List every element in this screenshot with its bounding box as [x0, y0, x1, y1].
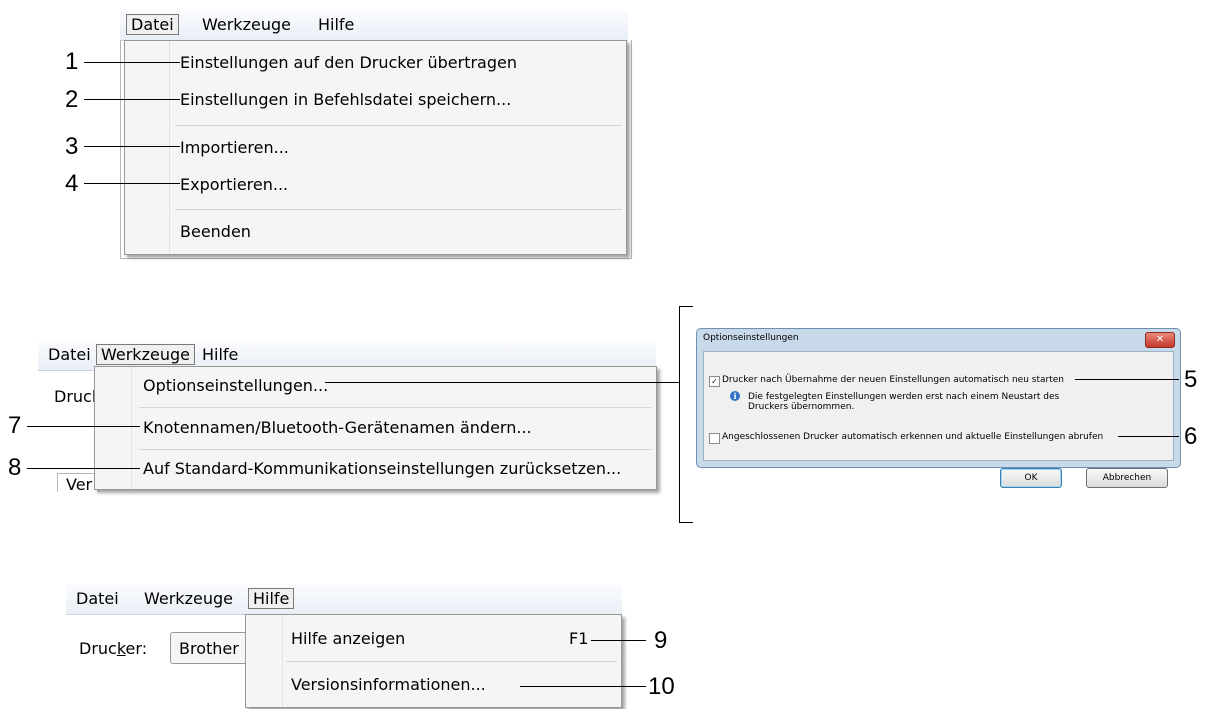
menu-file[interactable]: Datei [44, 345, 95, 364]
callout-line-option-settings [325, 382, 679, 383]
tools-dropdown: Optionseinstellungen... Knotennamen/Blue… [94, 366, 657, 490]
menu-item-reset-comm[interactable]: Auf Standard-Kommunikationseinstellungen… [143, 459, 621, 478]
printer-label-accesskey: k [116, 639, 126, 658]
background-version-label: Ver [66, 475, 93, 494]
callout-line-3 [84, 146, 180, 147]
cancel-button[interactable]: Abbrechen [1086, 468, 1168, 488]
info-text-line2: Druckers übernommen. [748, 402, 855, 412]
checkbox-checked-icon[interactable]: ✓ [709, 376, 720, 387]
menu-item-save-command-file[interactable]: Einstellungen in Befehlsdatei speichern.… [180, 90, 511, 109]
bracket-top [679, 306, 693, 307]
callout-line-5 [1075, 379, 1179, 380]
menu-separator [175, 125, 622, 126]
menu-tools[interactable]: Werkzeuge [198, 15, 295, 34]
menu-tools[interactable]: Werkzeuge [96, 344, 195, 365]
menu-file[interactable]: Datei [126, 14, 179, 35]
menu-help[interactable]: Hilfe [198, 345, 242, 364]
callout-6: 6 [1184, 423, 1198, 450]
callout-3: 3 [65, 133, 79, 160]
menu-gutter [125, 41, 170, 254]
close-icon[interactable]: ✕ [1145, 332, 1175, 348]
info-text-line1: Die festgelegten Einstellungen werden er… [748, 392, 1060, 402]
restart-checkbox-label[interactable]: Drucker nach Übernahme der neuen Einstel… [722, 375, 1064, 385]
callout-line-7 [27, 426, 140, 427]
menu-item-show-help[interactable]: Hilfe anzeigen [291, 629, 405, 648]
printer-select-value: Brother [179, 639, 239, 658]
bracket-vertical [679, 306, 680, 522]
callout-7: 7 [8, 412, 22, 439]
callout-line-6 [1118, 436, 1179, 437]
info-icon: i [730, 391, 740, 401]
menu-separator [139, 407, 652, 408]
menu-file[interactable]: Datei [72, 589, 123, 608]
menu-tools[interactable]: Werkzeuge [140, 589, 237, 608]
menu-item-version-info[interactable]: Versionsinformationen... [291, 675, 486, 694]
ok-button[interactable]: OK [1000, 468, 1062, 488]
menubar-bottom: Datei Werkzeuge Hilfe [66, 584, 622, 615]
menu-item-import[interactable]: Importieren... [180, 138, 289, 157]
menu-item-rename-node[interactable]: Knotennamen/Bluetooth-Gerätenamen ändern… [143, 418, 532, 437]
callout-line-1 [84, 62, 180, 63]
menu-item-option-settings[interactable]: Optionseinstellungen... [143, 376, 328, 395]
help-dropdown: Hilfe anzeigen F1 Versionsinformationen.… [245, 614, 622, 708]
menu-separator [139, 449, 652, 450]
dialog-titlebar: Optionseinstellungen ✕ [697, 329, 1180, 350]
menu-gutter [95, 367, 132, 489]
callout-line-9 [591, 640, 646, 641]
callout-1: 1 [65, 48, 79, 75]
dialog-title: Optionseinstellungen [703, 333, 799, 343]
printer-label-colon: er: [125, 639, 148, 658]
callout-2: 2 [65, 86, 79, 113]
menu-separator [286, 661, 617, 662]
callout-8: 8 [8, 454, 22, 481]
bracket-bottom [679, 522, 693, 523]
callout-5: 5 [1184, 366, 1198, 393]
options-dialog: Optionseinstellungen ✕ ✓ Drucker nach Üb… [696, 328, 1181, 488]
menu-item-show-help-shortcut: F1 [569, 629, 589, 648]
callout-line-2 [84, 99, 180, 100]
callout-line-8 [27, 468, 140, 469]
file-dropdown: Einstellungen auf den Drucker übertragen… [124, 40, 627, 255]
menu-item-exit[interactable]: Beenden [180, 222, 251, 241]
callout-4: 4 [65, 170, 79, 197]
callout-line-4 [84, 183, 180, 184]
printer-label-text: Druc [79, 639, 117, 658]
detect-checkbox-label[interactable]: Angeschlossenen Drucker automatisch erke… [722, 432, 1103, 442]
menu-help[interactable]: Hilfe [248, 588, 295, 609]
callout-10: 10 [648, 673, 675, 700]
menu-separator [175, 209, 622, 210]
menu-help[interactable]: Hilfe [314, 15, 358, 34]
callout-9: 9 [654, 627, 668, 654]
menu-item-transfer-settings[interactable]: Einstellungen auf den Drucker übertragen [180, 53, 517, 72]
dialog-body: ✓ Drucker nach Übernahme der neuen Einst… [703, 351, 1174, 488]
callout-line-10 [520, 686, 646, 687]
printer-label: Drucker: [79, 639, 147, 658]
menu-item-export[interactable]: Exportieren... [180, 175, 288, 194]
menu-gutter [246, 615, 283, 707]
menubar-top: Datei Werkzeuge Hilfe [120, 10, 628, 41]
checkbox-empty-icon[interactable] [709, 433, 720, 444]
